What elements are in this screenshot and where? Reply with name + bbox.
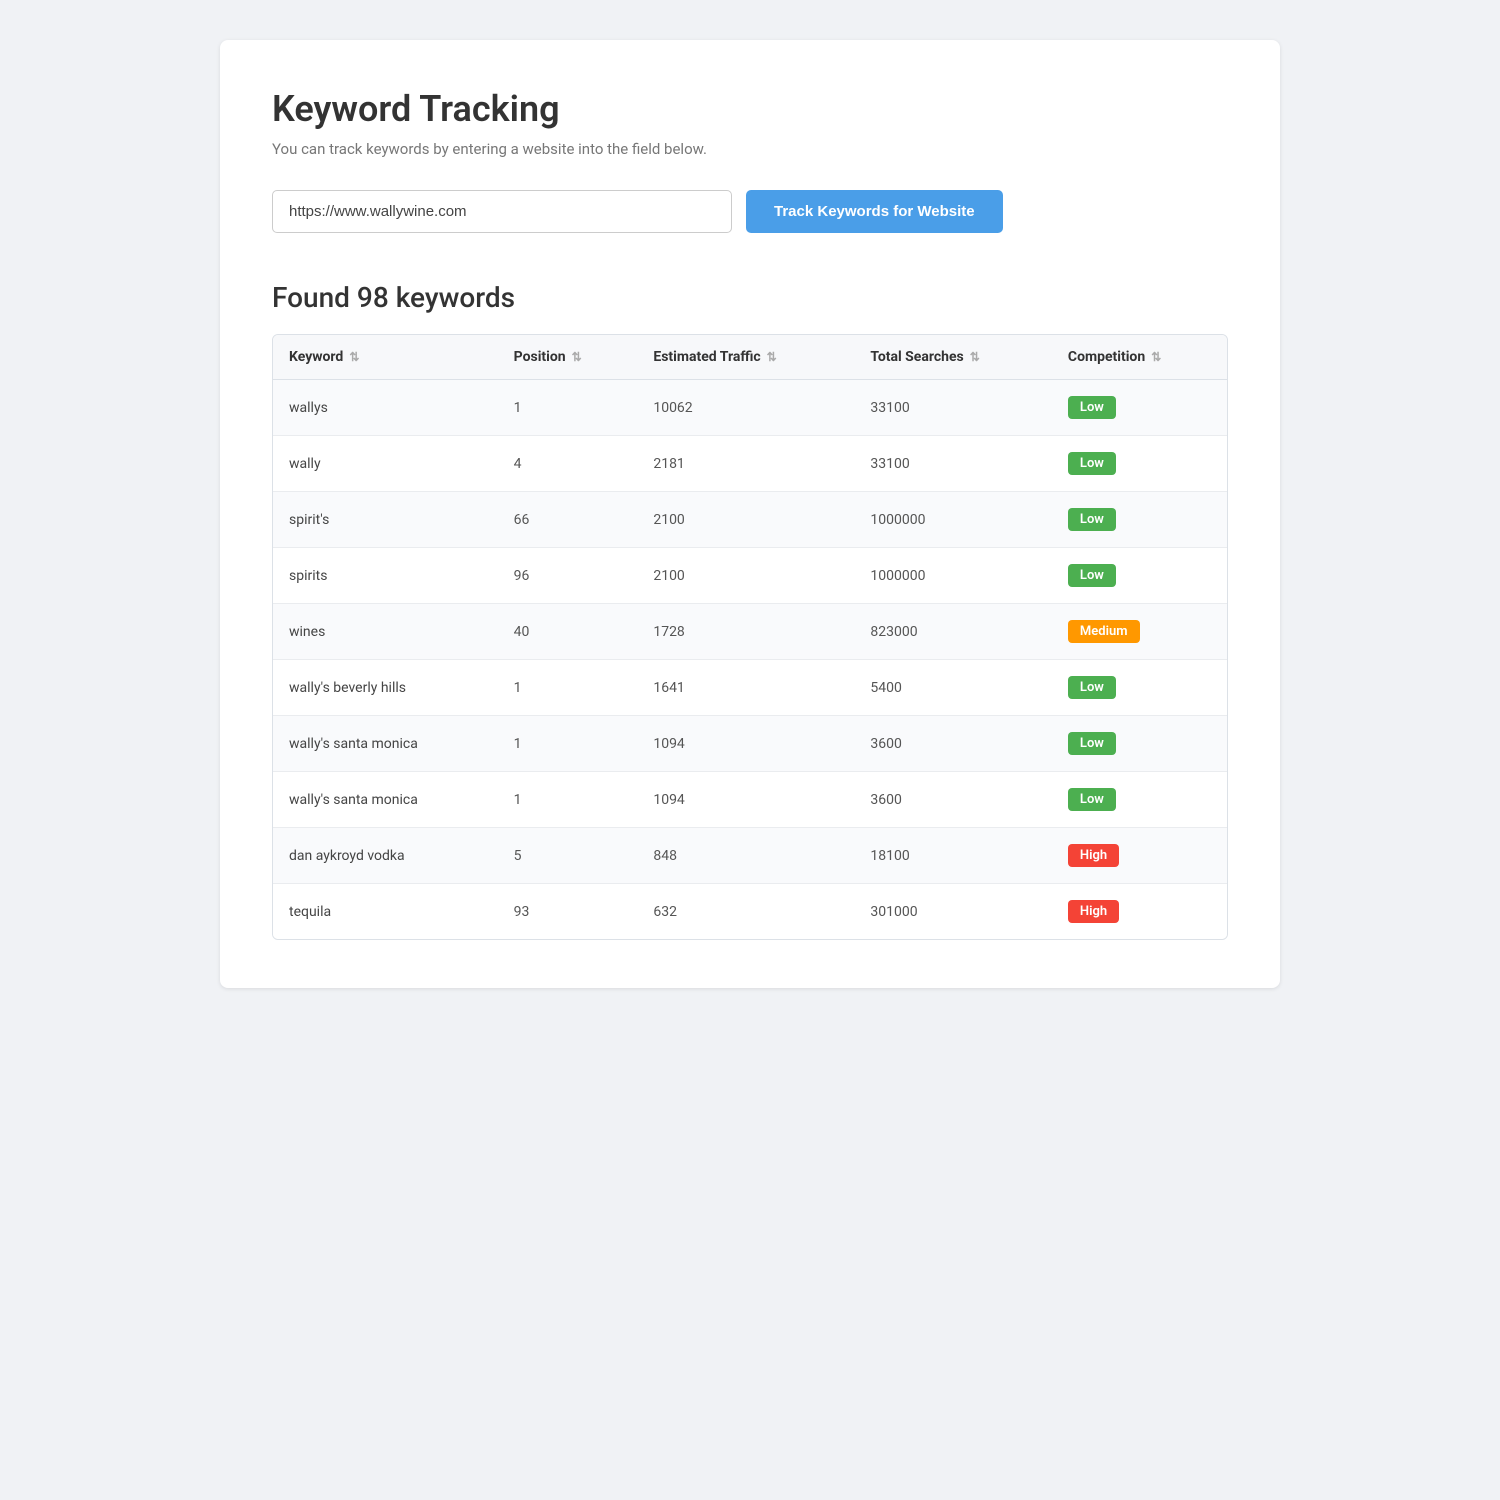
competition-badge: Low	[1068, 788, 1116, 811]
col-header-estimated_traffic[interactable]: Estimated Traffic⇅	[637, 335, 854, 380]
cell-estimated_traffic: 1094	[637, 772, 854, 828]
cell-keyword: tequila	[273, 884, 498, 940]
cell-competition: Low	[1052, 492, 1227, 548]
track-keywords-button[interactable]: Track Keywords for Website	[746, 190, 1003, 233]
keywords-table-wrapper: Keyword⇅Position⇅Estimated Traffic⇅Total…	[272, 334, 1228, 940]
cell-competition: Low	[1052, 548, 1227, 604]
sort-icon-total_searches[interactable]: ⇅	[970, 350, 980, 364]
col-header-competition[interactable]: Competition⇅	[1052, 335, 1227, 380]
cell-position: 1	[498, 380, 638, 436]
competition-badge: Low	[1068, 396, 1116, 419]
cell-competition: Low	[1052, 716, 1227, 772]
cell-position: 40	[498, 604, 638, 660]
page-title: Keyword Tracking	[272, 88, 1228, 130]
sort-icon-estimated_traffic[interactable]: ⇅	[767, 350, 777, 364]
cell-estimated_traffic: 848	[637, 828, 854, 884]
competition-badge: High	[1068, 844, 1119, 867]
cell-keyword: wally	[273, 436, 498, 492]
cell-competition: Low	[1052, 772, 1227, 828]
cell-competition: Medium	[1052, 604, 1227, 660]
cell-position: 66	[498, 492, 638, 548]
cell-keyword: wallys	[273, 380, 498, 436]
input-row: Track Keywords for Website	[272, 190, 1228, 233]
col-header-keyword[interactable]: Keyword⇅	[273, 335, 498, 380]
cell-total_searches: 301000	[854, 884, 1052, 940]
cell-keyword: wally's santa monica	[273, 772, 498, 828]
cell-position: 1	[498, 772, 638, 828]
cell-estimated_traffic: 1728	[637, 604, 854, 660]
cell-competition: High	[1052, 884, 1227, 940]
cell-total_searches: 18100	[854, 828, 1052, 884]
competition-badge: Low	[1068, 452, 1116, 475]
cell-estimated_traffic: 1641	[637, 660, 854, 716]
cell-position: 5	[498, 828, 638, 884]
cell-position: 93	[498, 884, 638, 940]
cell-total_searches: 33100	[854, 380, 1052, 436]
cell-keyword: wally's santa monica	[273, 716, 498, 772]
cell-position: 1	[498, 660, 638, 716]
cell-position: 1	[498, 716, 638, 772]
table-body: wallys11006233100Lowwally4218133100Lowsp…	[273, 380, 1227, 940]
page-subtitle: You can track keywords by entering a web…	[272, 140, 1228, 158]
table-row: wally4218133100 Low	[273, 436, 1227, 492]
table-row: spirit's6621001000000 Low	[273, 492, 1227, 548]
col-header-total_searches[interactable]: Total Searches⇅	[854, 335, 1052, 380]
keywords-table: Keyword⇅Position⇅Estimated Traffic⇅Total…	[273, 335, 1227, 939]
cell-keyword: spirit's	[273, 492, 498, 548]
table-row: wally's santa monica110943600 Low	[273, 772, 1227, 828]
cell-competition: Low	[1052, 436, 1227, 492]
cell-keyword: spirits	[273, 548, 498, 604]
table-row: dan aykroyd vodka584818100 High	[273, 828, 1227, 884]
cell-competition: High	[1052, 828, 1227, 884]
table-row: wally's santa monica110943600 Low	[273, 716, 1227, 772]
cell-estimated_traffic: 1094	[637, 716, 854, 772]
cell-estimated_traffic: 632	[637, 884, 854, 940]
main-card: Keyword Tracking You can track keywords …	[220, 40, 1280, 988]
table-row: wally's beverly hills116415400 Low	[273, 660, 1227, 716]
cell-estimated_traffic: 2100	[637, 492, 854, 548]
sort-icon-competition[interactable]: ⇅	[1151, 350, 1161, 364]
cell-total_searches: 823000	[854, 604, 1052, 660]
competition-badge: High	[1068, 900, 1119, 923]
table-row: wines401728823000 Medium	[273, 604, 1227, 660]
cell-position: 96	[498, 548, 638, 604]
cell-keyword: wines	[273, 604, 498, 660]
cell-competition: Low	[1052, 380, 1227, 436]
competition-badge: Low	[1068, 732, 1116, 755]
cell-total_searches: 1000000	[854, 492, 1052, 548]
cell-estimated_traffic: 2100	[637, 548, 854, 604]
table-row: spirits9621001000000 Low	[273, 548, 1227, 604]
table-header: Keyword⇅Position⇅Estimated Traffic⇅Total…	[273, 335, 1227, 380]
cell-competition: Low	[1052, 660, 1227, 716]
cell-position: 4	[498, 436, 638, 492]
website-input[interactable]	[272, 190, 732, 233]
cell-estimated_traffic: 2181	[637, 436, 854, 492]
cell-total_searches: 3600	[854, 772, 1052, 828]
cell-keyword: wally's beverly hills	[273, 660, 498, 716]
competition-badge: Low	[1068, 564, 1116, 587]
cell-total_searches: 33100	[854, 436, 1052, 492]
sort-icon-position[interactable]: ⇅	[572, 350, 582, 364]
cell-keyword: dan aykroyd vodka	[273, 828, 498, 884]
cell-total_searches: 5400	[854, 660, 1052, 716]
sort-icon-keyword[interactable]: ⇅	[349, 350, 359, 364]
results-title: Found 98 keywords	[272, 281, 1228, 314]
competition-badge: Low	[1068, 508, 1116, 531]
cell-total_searches: 3600	[854, 716, 1052, 772]
table-row: tequila93632301000 High	[273, 884, 1227, 940]
table-row: wallys11006233100 Low	[273, 380, 1227, 436]
competition-badge: Medium	[1068, 620, 1140, 643]
competition-badge: Low	[1068, 676, 1116, 699]
col-header-position[interactable]: Position⇅	[498, 335, 638, 380]
cell-total_searches: 1000000	[854, 548, 1052, 604]
cell-estimated_traffic: 10062	[637, 380, 854, 436]
